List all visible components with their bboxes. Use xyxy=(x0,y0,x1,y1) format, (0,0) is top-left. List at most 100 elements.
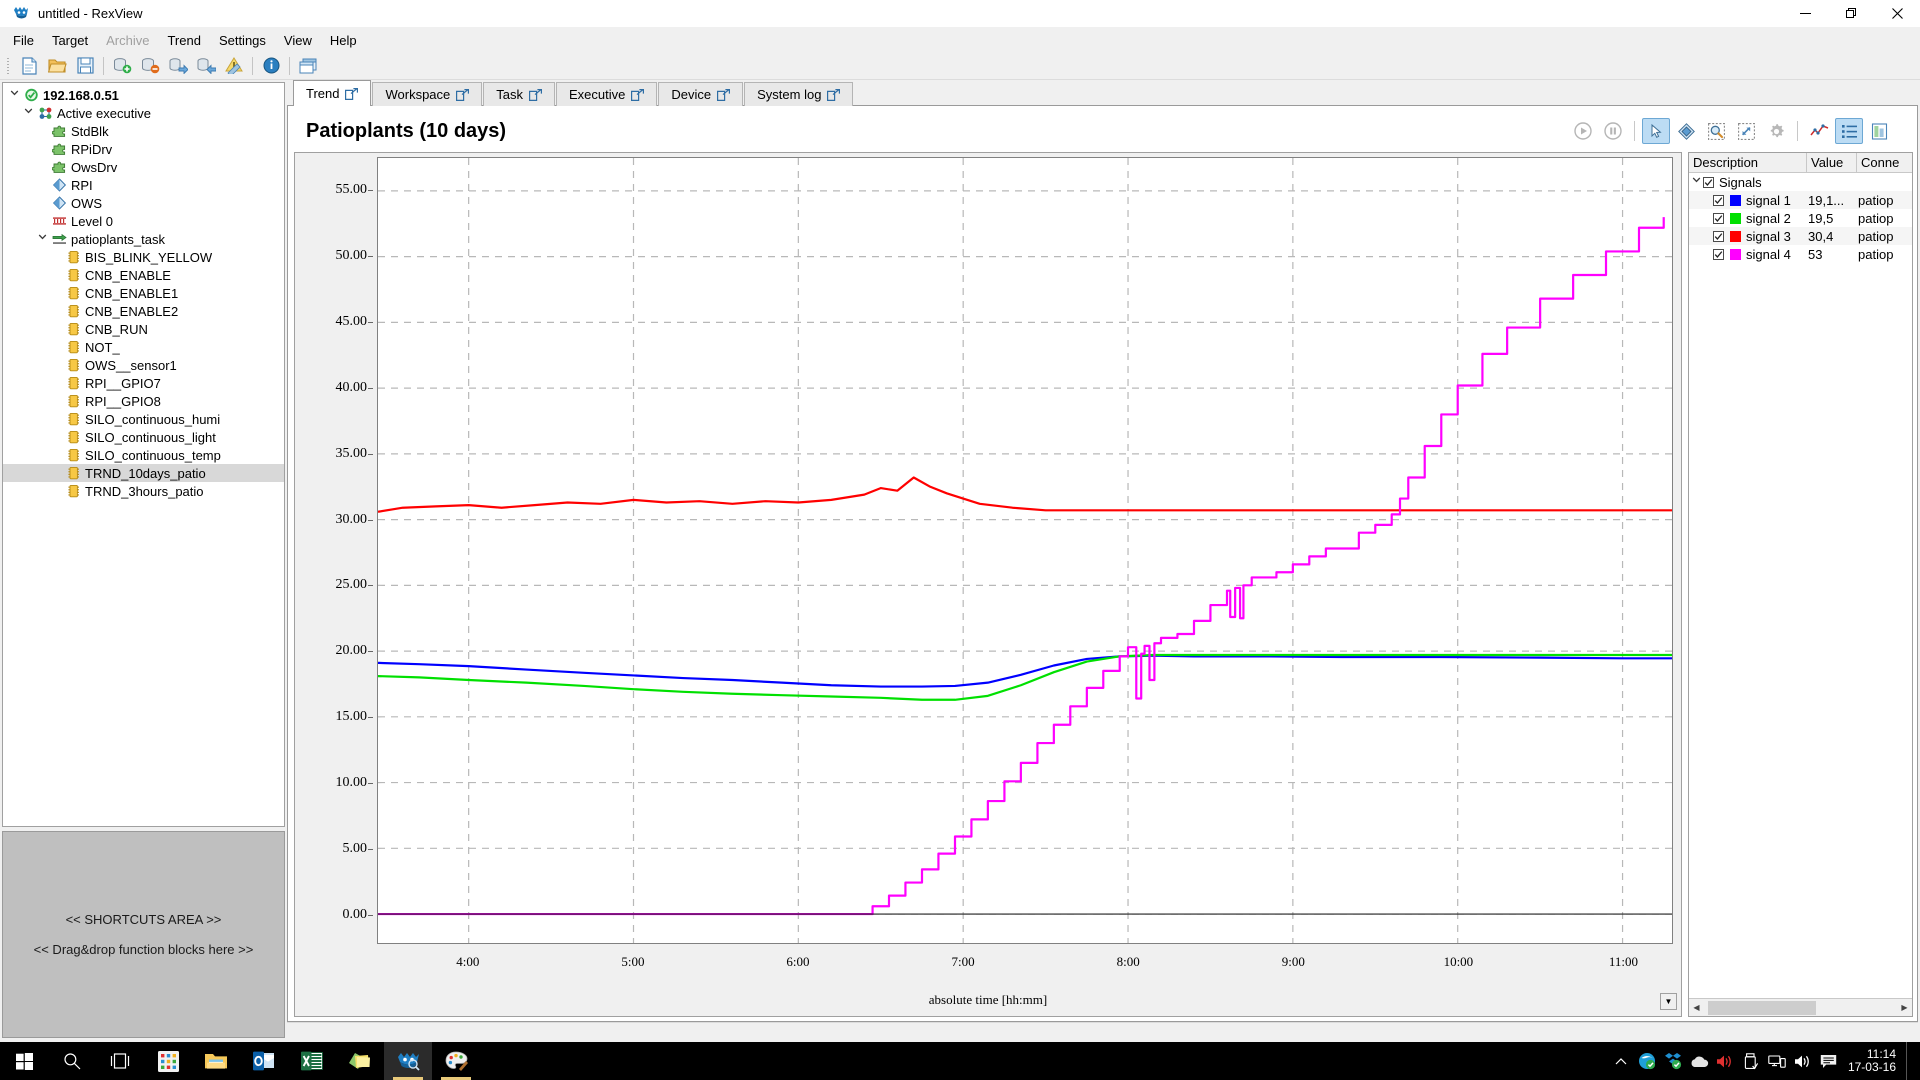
tree-item-bis-blink-yellow[interactable]: BIS_BLINK_YELLOW xyxy=(3,248,284,266)
legend-row[interactable]: signal 1 19,1... patiop xyxy=(1689,191,1912,209)
network-icon[interactable] xyxy=(1764,1042,1790,1080)
browser-icon[interactable] xyxy=(1634,1042,1660,1080)
show-hidden-icons-icon[interactable] xyxy=(1608,1042,1634,1080)
tree-item-cnb-run[interactable]: CNB_RUN xyxy=(3,320,284,338)
menu-settings[interactable]: Settings xyxy=(210,30,275,51)
menu-view[interactable]: View xyxy=(275,30,321,51)
tree-item-cnb-enable1[interactable]: CNB_ENABLE1 xyxy=(3,284,284,302)
paint-icon[interactable] xyxy=(432,1042,480,1080)
checkbox[interactable] xyxy=(1713,230,1724,242)
popout-icon[interactable] xyxy=(827,88,841,101)
close-button[interactable] xyxy=(1874,0,1920,28)
tab-workspace[interactable]: Workspace xyxy=(372,82,483,106)
tree-item-rpi-gpio7[interactable]: RPI__GPIO7 xyxy=(3,374,284,392)
export-data-button[interactable] xyxy=(1865,118,1893,144)
shortcuts-area[interactable]: << SHORTCUTS AREA >> << Drag&drop functi… xyxy=(2,831,285,1038)
maximize-button[interactable] xyxy=(1828,0,1874,28)
pause-button[interactable] xyxy=(1599,118,1627,144)
legend-col-connection[interactable]: Conne xyxy=(1857,153,1912,173)
tab-system-log[interactable]: System log xyxy=(744,82,854,106)
checkbox[interactable] xyxy=(1713,194,1724,206)
tree-item-level-0[interactable]: Level 0 xyxy=(3,212,284,230)
tree-item-not[interactable]: NOT_ xyxy=(3,338,284,356)
tree-item-cnb-enable[interactable]: CNB_ENABLE xyxy=(3,266,284,284)
play-button[interactable] xyxy=(1569,118,1597,144)
menu-file[interactable]: File xyxy=(4,30,43,51)
legend-horizontal-scrollbar[interactable]: ◀ ▶ xyxy=(1689,998,1912,1016)
scroll-right-button[interactable]: ▶ xyxy=(1897,1000,1912,1016)
menu-trend[interactable]: Trend xyxy=(158,30,209,51)
legend-col-value[interactable]: Value xyxy=(1807,152,1857,173)
chevron-down-icon[interactable] xyxy=(7,86,21,104)
minimize-button[interactable] xyxy=(1782,0,1828,28)
chevron-down-icon[interactable] xyxy=(21,104,35,122)
download-icon[interactable] xyxy=(164,54,192,78)
chevron-down-icon[interactable] xyxy=(1689,173,1703,191)
window-icon[interactable] xyxy=(294,54,322,78)
dropbox-icon[interactable] xyxy=(1660,1042,1686,1080)
tree-item-active-executive[interactable]: Active executive xyxy=(3,104,284,122)
tree-item-ows[interactable]: OWS xyxy=(3,194,284,212)
zoom-fit-button[interactable] xyxy=(1732,118,1760,144)
checkbox[interactable] xyxy=(1713,248,1724,260)
diagnostics-icon[interactable] xyxy=(220,54,248,78)
legend-col-description[interactable]: Description xyxy=(1689,152,1807,173)
popout-icon[interactable] xyxy=(345,87,359,100)
tree-item-trnd-10days-patio[interactable]: TRND_10days_patio xyxy=(3,464,284,482)
popout-icon[interactable] xyxy=(529,88,543,101)
onedrive-icon[interactable] xyxy=(1686,1042,1712,1080)
tree-item-trnd-3hours-patio[interactable]: TRND_3hours_patio xyxy=(3,482,284,500)
tree-item-rpi[interactable]: RPI xyxy=(3,176,284,194)
popout-icon[interactable] xyxy=(456,88,470,101)
tree-item-192-168-0-51[interactable]: 192.168.0.51 xyxy=(3,86,284,104)
tree-item-silo-continuous-light[interactable]: SILO_continuous_light xyxy=(3,428,284,446)
tree-item-rpidrv[interactable]: RPiDrv xyxy=(3,140,284,158)
tree-item-silo-continuous-humi[interactable]: SILO_continuous_humi xyxy=(3,410,284,428)
signal-properties-button[interactable] xyxy=(1805,118,1833,144)
popout-icon[interactable] xyxy=(631,88,645,101)
tab-trend[interactable]: Trend xyxy=(293,80,372,106)
tab-task[interactable]: Task xyxy=(483,82,556,106)
tree-item-rpi-gpio8[interactable]: RPI__GPIO8 xyxy=(3,392,284,410)
new-file-icon[interactable] xyxy=(15,54,43,78)
legend-group-signals[interactable]: Signals xyxy=(1689,173,1912,191)
tree-item-ows-sensor1[interactable]: OWS__sensor1 xyxy=(3,356,284,374)
toolbar-grip[interactable] xyxy=(5,55,12,76)
task-view-button[interactable] xyxy=(96,1042,144,1080)
upload-icon[interactable] xyxy=(192,54,220,78)
tree-item-silo-continuous-temp[interactable]: SILO_continuous_temp xyxy=(3,446,284,464)
scroll-left-button[interactable]: ◀ xyxy=(1689,1000,1704,1016)
select-tool-button[interactable] xyxy=(1642,118,1670,144)
action-center-icon[interactable] xyxy=(1816,1042,1842,1080)
popout-icon[interactable] xyxy=(717,88,731,101)
legend-row[interactable]: signal 2 19,5 patiop xyxy=(1689,209,1912,227)
tree-item-owsdrv[interactable]: OwsDrv xyxy=(3,158,284,176)
scroll-thumb[interactable] xyxy=(1708,1000,1816,1015)
pan-tool-button[interactable] xyxy=(1672,118,1700,144)
volume-icon[interactable] xyxy=(1790,1042,1816,1080)
app-grid-icon[interactable] xyxy=(144,1042,192,1080)
zoom-tool-button[interactable] xyxy=(1702,118,1730,144)
project-tree[interactable]: 192.168.0.51 Active executive StdBlk RPiDrv… xyxy=(2,82,285,827)
menu-help[interactable]: Help xyxy=(321,30,366,51)
legend-row[interactable]: signal 3 30,4 patiop xyxy=(1689,227,1912,245)
tab-device[interactable]: Device xyxy=(658,82,744,106)
rexview-icon[interactable] xyxy=(384,1042,432,1080)
tab-executive[interactable]: Executive xyxy=(556,82,658,106)
tree-item-cnb-enable2[interactable]: CNB_ENABLE2 xyxy=(3,302,284,320)
legend-row[interactable]: signal 4 53 patiop xyxy=(1689,245,1912,263)
file-explorer-icon[interactable] xyxy=(192,1042,240,1080)
scroll-track[interactable] xyxy=(1704,1000,1897,1015)
show-desktop-button[interactable] xyxy=(1906,1042,1914,1080)
checkbox[interactable] xyxy=(1713,212,1724,224)
outlook-icon[interactable] xyxy=(240,1042,288,1080)
settings-button[interactable] xyxy=(1762,118,1790,144)
start-button[interactable] xyxy=(0,1042,48,1080)
connect-device-icon[interactable] xyxy=(108,54,136,78)
usb-eject-icon[interactable] xyxy=(1738,1042,1764,1080)
sticky-notes-icon[interactable] xyxy=(336,1042,384,1080)
disconnect-device-icon[interactable] xyxy=(136,54,164,78)
tree-item-stdblk[interactable]: StdBlk xyxy=(3,122,284,140)
taskbar-clock[interactable]: 11:14 17-03-16 xyxy=(1842,1048,1906,1074)
tree-item-patioplants-task[interactable]: patioplants_task xyxy=(3,230,284,248)
